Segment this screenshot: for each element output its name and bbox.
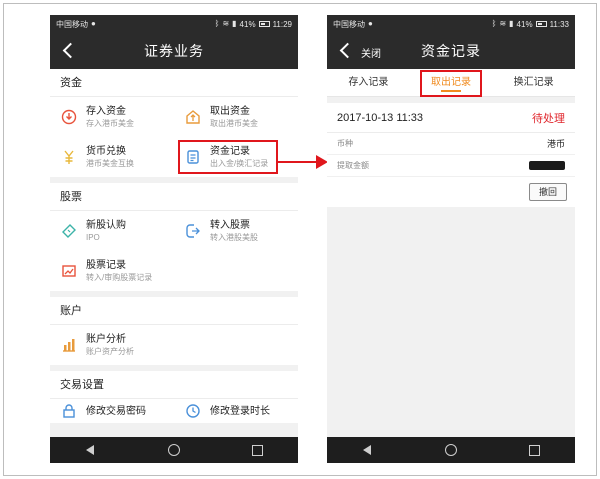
record-tabs: 存入记录 取出记录 换汇记录 bbox=[327, 69, 575, 97]
transfer-in-icon bbox=[186, 224, 200, 238]
section-title: 资金 bbox=[50, 69, 298, 97]
menu-item-sub: 取出港币美金 bbox=[210, 119, 258, 128]
stock-record-icon bbox=[62, 265, 76, 277]
highlight-box-fund-records bbox=[178, 140, 278, 174]
menu-item-name: 取出资金 bbox=[210, 106, 250, 117]
analysis-chart-icon bbox=[63, 339, 75, 352]
tab-deposit-records[interactable]: 存入记录 bbox=[333, 69, 403, 97]
menu-item-sub: 港币美金互换 bbox=[86, 159, 134, 168]
menu-item-name: 货币兑换 bbox=[86, 146, 126, 157]
section-title: 股票 bbox=[50, 183, 298, 211]
status-bar: 中国移动 ● ᛒ ≋ ▮ 41% 11:29 bbox=[50, 15, 298, 33]
android-nav-bar bbox=[50, 437, 298, 463]
redacted-amount bbox=[529, 161, 565, 170]
menu-ipo-subscription[interactable]: 新股认购 IPO bbox=[50, 211, 174, 251]
menu-item-name: 转入股票 bbox=[210, 220, 250, 231]
section-title: 交易设置 bbox=[50, 371, 298, 399]
menu-stock-records[interactable]: 股票记录 转入/审购股票记录 bbox=[50, 251, 174, 291]
record-datetime: 2017-10-13 11:33 bbox=[337, 111, 424, 124]
nav-home-icon[interactable] bbox=[444, 443, 458, 457]
menu-item-name: 存入资金 bbox=[86, 106, 126, 117]
menu-change-trade-password[interactable]: 修改交易密码 bbox=[50, 399, 174, 423]
ticket-icon bbox=[62, 224, 76, 238]
menu-item-name: 股票记录 bbox=[86, 260, 126, 271]
battery-percent: 41% bbox=[516, 19, 533, 29]
title-bar: 证券业务 bbox=[50, 33, 298, 69]
withdraw-icon bbox=[186, 110, 200, 124]
back-arrow-icon[interactable] bbox=[337, 42, 355, 60]
wifi-icon: ≋ bbox=[499, 19, 507, 28]
menu-item-sub: 账户资产分析 bbox=[86, 347, 134, 356]
battery-percent: 41% bbox=[239, 19, 256, 29]
revoke-button[interactable]: 撤回 bbox=[529, 183, 567, 201]
chat-notification-icon: ● bbox=[368, 19, 373, 28]
lock-icon bbox=[63, 404, 75, 418]
menu-withdraw-funds[interactable]: 取出资金 取出港币美金 bbox=[174, 97, 298, 137]
bluetooth-icon: ᛒ bbox=[491, 19, 497, 28]
battery-icon bbox=[535, 21, 547, 27]
securities-business-screen: 中国移动 ● ᛒ ≋ ▮ 41% 11:29 证券业务 资金 存入资金 存入港币… bbox=[50, 15, 298, 463]
menu-item-sub: 存入港币美金 bbox=[86, 119, 134, 128]
clock-time: 11:33 bbox=[549, 19, 569, 29]
amount-label: 提取金额 bbox=[337, 161, 369, 170]
status-bar: 中国移动 ● ᛒ ≋ ▮ 41% 11:33 bbox=[327, 15, 575, 33]
withdraw-record-card: 2017-10-13 11:33 待处理 币种 港币 提取金额 撤回 bbox=[327, 103, 575, 207]
section-account: 账户 账户分析 账户资产分析 bbox=[50, 297, 298, 365]
chat-notification-icon: ● bbox=[91, 19, 96, 28]
section-funds: 资金 存入资金 存入港币美金 取出资金 取出港币美金 货币兑换 港币美金互换 资… bbox=[50, 69, 298, 177]
tab-exchange-records[interactable]: 换汇记录 bbox=[499, 69, 569, 97]
menu-item-name: 新股认购 bbox=[86, 220, 126, 231]
status-badge: 待处理 bbox=[532, 112, 565, 125]
menu-item-sub: 转入港股美股 bbox=[210, 233, 258, 242]
currency-label: 币种 bbox=[337, 139, 353, 148]
menu-item-name: 账户分析 bbox=[86, 334, 126, 345]
menu-currency-exchange[interactable]: 货币兑换 港币美金互换 bbox=[50, 137, 174, 177]
title-bar: 关闭 资金记录 bbox=[327, 33, 575, 69]
clock-time: 11:29 bbox=[272, 19, 292, 29]
section-trade-settings: 交易设置 修改交易密码 修改登录时长 bbox=[50, 371, 298, 423]
carrier-label: 中国移动 bbox=[333, 19, 365, 29]
close-button[interactable]: 关闭 bbox=[361, 45, 381, 60]
nav-home-icon[interactable] bbox=[167, 443, 181, 457]
signal-icon: ▮ bbox=[509, 19, 514, 28]
page-title: 资金记录 bbox=[421, 43, 481, 59]
fund-records-screen: 中国移动 ● ᛒ ≋ ▮ 41% 11:33 关闭 资金记录 存入记录 取出记录… bbox=[327, 15, 575, 463]
currency-value: 港币 bbox=[546, 139, 565, 149]
menu-change-login-duration[interactable]: 修改登录时长 bbox=[174, 399, 298, 423]
nav-back-icon[interactable] bbox=[361, 443, 375, 457]
back-arrow-icon[interactable] bbox=[60, 42, 78, 60]
bluetooth-icon: ᛒ bbox=[214, 19, 220, 28]
page-title: 证券业务 bbox=[144, 43, 204, 59]
android-nav-bar bbox=[327, 437, 575, 463]
carrier-label: 中国移动 bbox=[56, 19, 88, 29]
section-stocks: 股票 新股认购 IPO 转入股票 转入港股美股 股票记录 转入/审购股票记录 bbox=[50, 183, 298, 291]
highlight-box-withdraw-tab bbox=[420, 70, 482, 97]
section-title: 账户 bbox=[50, 297, 298, 325]
battery-icon bbox=[258, 21, 270, 27]
deposit-icon bbox=[61, 109, 77, 125]
menu-item-sub: IPO bbox=[86, 233, 100, 242]
red-arrow-icon bbox=[278, 155, 328, 169]
nav-recent-apps-icon[interactable] bbox=[250, 443, 264, 457]
menu-deposit-funds[interactable]: 存入资金 存入港币美金 bbox=[50, 97, 174, 137]
menu-account-analysis[interactable]: 账户分析 账户资产分析 bbox=[50, 325, 174, 365]
currency-exchange-icon bbox=[64, 150, 74, 164]
nav-recent-apps-icon[interactable] bbox=[527, 443, 541, 457]
nav-back-icon[interactable] bbox=[84, 443, 98, 457]
menu-transfer-in-stocks[interactable]: 转入股票 转入港股美股 bbox=[174, 211, 298, 251]
clock-icon bbox=[186, 404, 200, 418]
menu-item-sub: 转入/审购股票记录 bbox=[86, 273, 153, 282]
wifi-icon: ≋ bbox=[222, 19, 230, 28]
menu-item-name: 修改交易密码 bbox=[86, 405, 146, 417]
menu-item-name: 修改登录时长 bbox=[210, 405, 270, 417]
signal-icon: ▮ bbox=[232, 19, 237, 28]
